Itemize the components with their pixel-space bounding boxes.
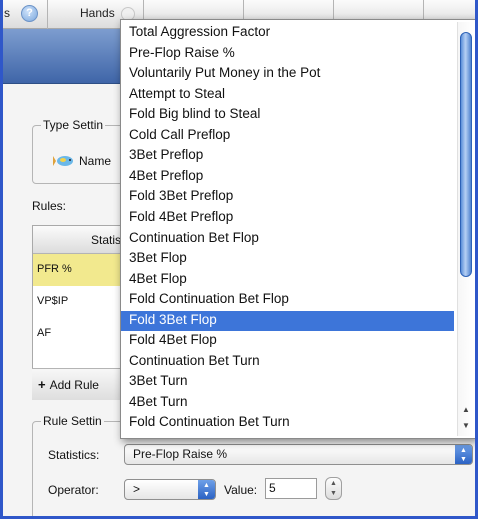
dropdown-option[interactable]: 4Bet Preflop: [121, 167, 454, 188]
dropdown-option[interactable]: 3Bet Preflop: [121, 146, 454, 167]
dropdown-option[interactable]: 3Bet Flop: [121, 249, 454, 270]
operator-label: Operator:: [48, 483, 99, 497]
dropdown-option[interactable]: Continuation Bet Flop: [121, 229, 454, 250]
dropdown-option[interactable]: Fold 3Bet Flop: [121, 310, 454, 332]
statistics-select[interactable]: Pre-Flop Raise % ▲ ▼: [124, 444, 473, 465]
dropdown-option[interactable]: Fold Continuation Bet Flop: [121, 290, 454, 311]
rule-settings-title: Rule Settin: [41, 414, 104, 428]
dropdown-option[interactable]: Fold 3Bet Preflop: [121, 187, 454, 208]
dropdown-option[interactable]: Fold 4Bet Preflop: [121, 208, 454, 229]
scroll-up-icon[interactable]: ▲: [458, 403, 474, 417]
rules-label: Rules:: [32, 199, 67, 213]
fish-icon: [53, 156, 73, 166]
plus-icon: +: [38, 377, 46, 392]
column-header-partial[interactable]: s: [4, 6, 10, 20]
value-input[interactable]: 5: [265, 478, 317, 499]
add-rule-label: Add Rule: [49, 378, 99, 392]
dropdown-option[interactable]: Continuation Bet Turn: [121, 352, 454, 373]
statistics-dropdown-menu: ▲ ▼ Total Aggression Factor Pre-Flop Rais…: [120, 19, 475, 439]
dropdown-option[interactable]: Total Aggression Factor: [121, 23, 454, 44]
statistics-label: Statistics:: [48, 448, 100, 462]
dropdown-option[interactable]: Pre-Flop Raise %: [121, 44, 454, 65]
dropdown-option[interactable]: 3Bet Turn: [121, 372, 454, 393]
type-settings-title: Type Settin: [41, 118, 106, 132]
operator-select[interactable]: > ▲ ▼: [124, 479, 216, 500]
dropdown-option[interactable]: 4Bet Flop: [121, 270, 454, 291]
app-window: s ? Hands Type Settin Name ▲▼ Rules: Sta…: [0, 0, 478, 519]
scrollbar-thumb[interactable]: [460, 32, 472, 277]
dropdown-scrollbar[interactable]: ▲ ▼: [457, 22, 473, 436]
dropdown-option[interactable]: Fold Continuation Bet Turn: [121, 413, 454, 434]
name-label: Name: [79, 154, 112, 168]
value-stepper[interactable]: ▲ ▼: [325, 477, 342, 500]
column-header-hands[interactable]: Hands: [80, 6, 115, 20]
dropdown-option[interactable]: Voluntarily Put Money in the Pot: [121, 64, 454, 85]
dropdown-option[interactable]: Cold Call Preflop: [121, 126, 454, 147]
help-icon[interactable]: ?: [21, 5, 38, 22]
statistics-value: Pre-Flop Raise %: [133, 447, 228, 461]
operator-value: >: [133, 482, 141, 496]
select-arrows-icon: ▲ ▼: [455, 445, 472, 464]
value-label: Value:: [224, 483, 258, 497]
dropdown-option[interactable]: Fold Big blind to Steal: [121, 105, 454, 126]
select-arrows-icon: ▲ ▼: [198, 480, 215, 499]
scroll-down-icon[interactable]: ▼: [458, 419, 474, 433]
dropdown-option[interactable]: Attempt to Steal: [121, 85, 454, 106]
dropdown-option[interactable]: 4Bet Turn: [121, 393, 454, 414]
dropdown-option[interactable]: Fold 4Bet Flop: [121, 331, 454, 352]
